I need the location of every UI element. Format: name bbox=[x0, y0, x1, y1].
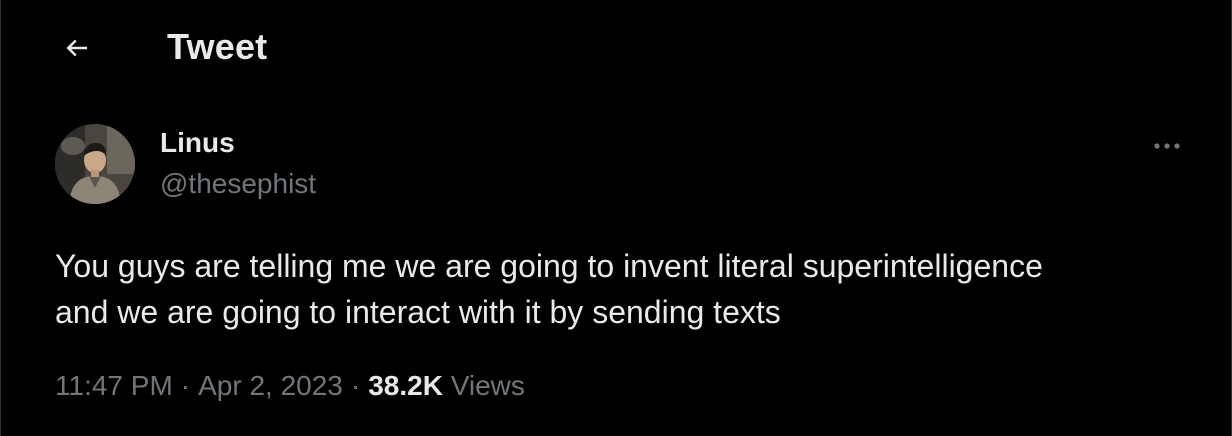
page-title: Tweet bbox=[167, 26, 268, 67]
tweet-date: Apr 2, 2023 bbox=[198, 370, 343, 401]
views-link[interactable]: 38.2K Views bbox=[368, 370, 525, 401]
views-label: Views bbox=[450, 370, 525, 401]
back-button[interactable] bbox=[55, 26, 99, 70]
tweet-meta: 11:47 PM · Apr 2, 2023 · 38.2K Views bbox=[55, 370, 525, 402]
views-count: 38.2K bbox=[368, 370, 443, 401]
ellipsis-icon bbox=[1154, 143, 1180, 149]
author-display-name[interactable]: Linus bbox=[160, 127, 235, 159]
page-header: Tweet bbox=[1, 0, 1232, 96]
tweet-text: You guys are telling me we are going to … bbox=[55, 248, 1043, 330]
profile-photo bbox=[55, 124, 135, 204]
tweet-timestamp[interactable]: 11:47 PM · Apr 2, 2023 bbox=[55, 370, 343, 401]
arrow-left-icon bbox=[66, 39, 87, 57]
author-handle[interactable]: @thesephist bbox=[160, 168, 316, 200]
tweet-time: 11:47 PM bbox=[55, 370, 173, 401]
more-options-button[interactable] bbox=[1147, 128, 1187, 164]
tweet-page: Tweet Linus @thesephist You guys are tel… bbox=[0, 0, 1232, 436]
meta-separator: · bbox=[180, 370, 191, 401]
meta-separator: · bbox=[350, 370, 361, 401]
avatar[interactable] bbox=[55, 124, 135, 204]
